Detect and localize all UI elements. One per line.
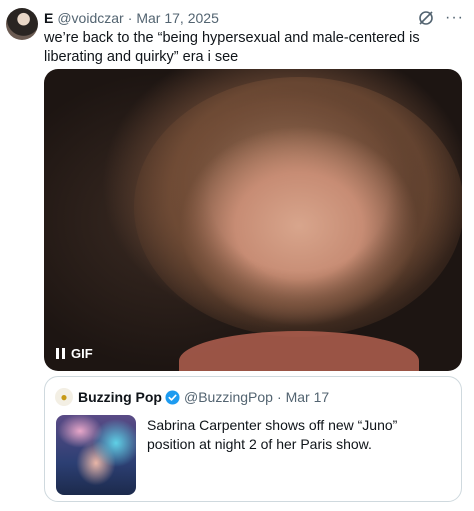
tweet-header: E @voidczar · Mar 17, 2025 ··· [44, 9, 464, 27]
more-icon[interactable]: ··· [445, 10, 464, 26]
media-image-hair [134, 77, 462, 337]
quoted-tweet-thumbnail[interactable] [56, 415, 136, 495]
verified-badge-icon [165, 389, 180, 405]
tweet-media-gif[interactable] [44, 69, 462, 371]
grok-icon[interactable] [417, 9, 435, 27]
quoted-tweet-card[interactable]: ● Buzzing Pop @BuzzingPop · Mar 17 Sabri… [44, 376, 462, 502]
author-avatar[interactable] [6, 8, 38, 40]
separator-dot: · [127, 10, 133, 26]
author-handle[interactable]: @voidczar [57, 10, 123, 26]
tweet-date[interactable]: Mar 17, 2025 [136, 10, 219, 26]
quoted-tweet-date[interactable]: Mar 17 [286, 389, 330, 405]
gif-badge[interactable]: GIF [56, 346, 93, 361]
pause-icon[interactable] [56, 348, 65, 359]
bee-icon[interactable]: ● [55, 388, 73, 406]
quoted-author-name[interactable]: Buzzing Pop [78, 389, 162, 405]
quoted-separator-dot: · [276, 389, 282, 405]
quoted-author-handle[interactable]: @BuzzingPop [184, 389, 273, 405]
quoted-tweet-text: Sabrina Carpenter shows off new “Juno” p… [147, 417, 398, 452]
author-name[interactable]: E [44, 10, 53, 26]
tweet-text: we’re back to the “being hypersexual and… [44, 30, 420, 65]
media-image-shoulder [179, 331, 419, 371]
quoted-tweet-header: ● Buzzing Pop @BuzzingPop · Mar 17 [55, 388, 451, 406]
header-actions: ··· [417, 9, 464, 27]
gif-label: GIF [71, 346, 93, 361]
